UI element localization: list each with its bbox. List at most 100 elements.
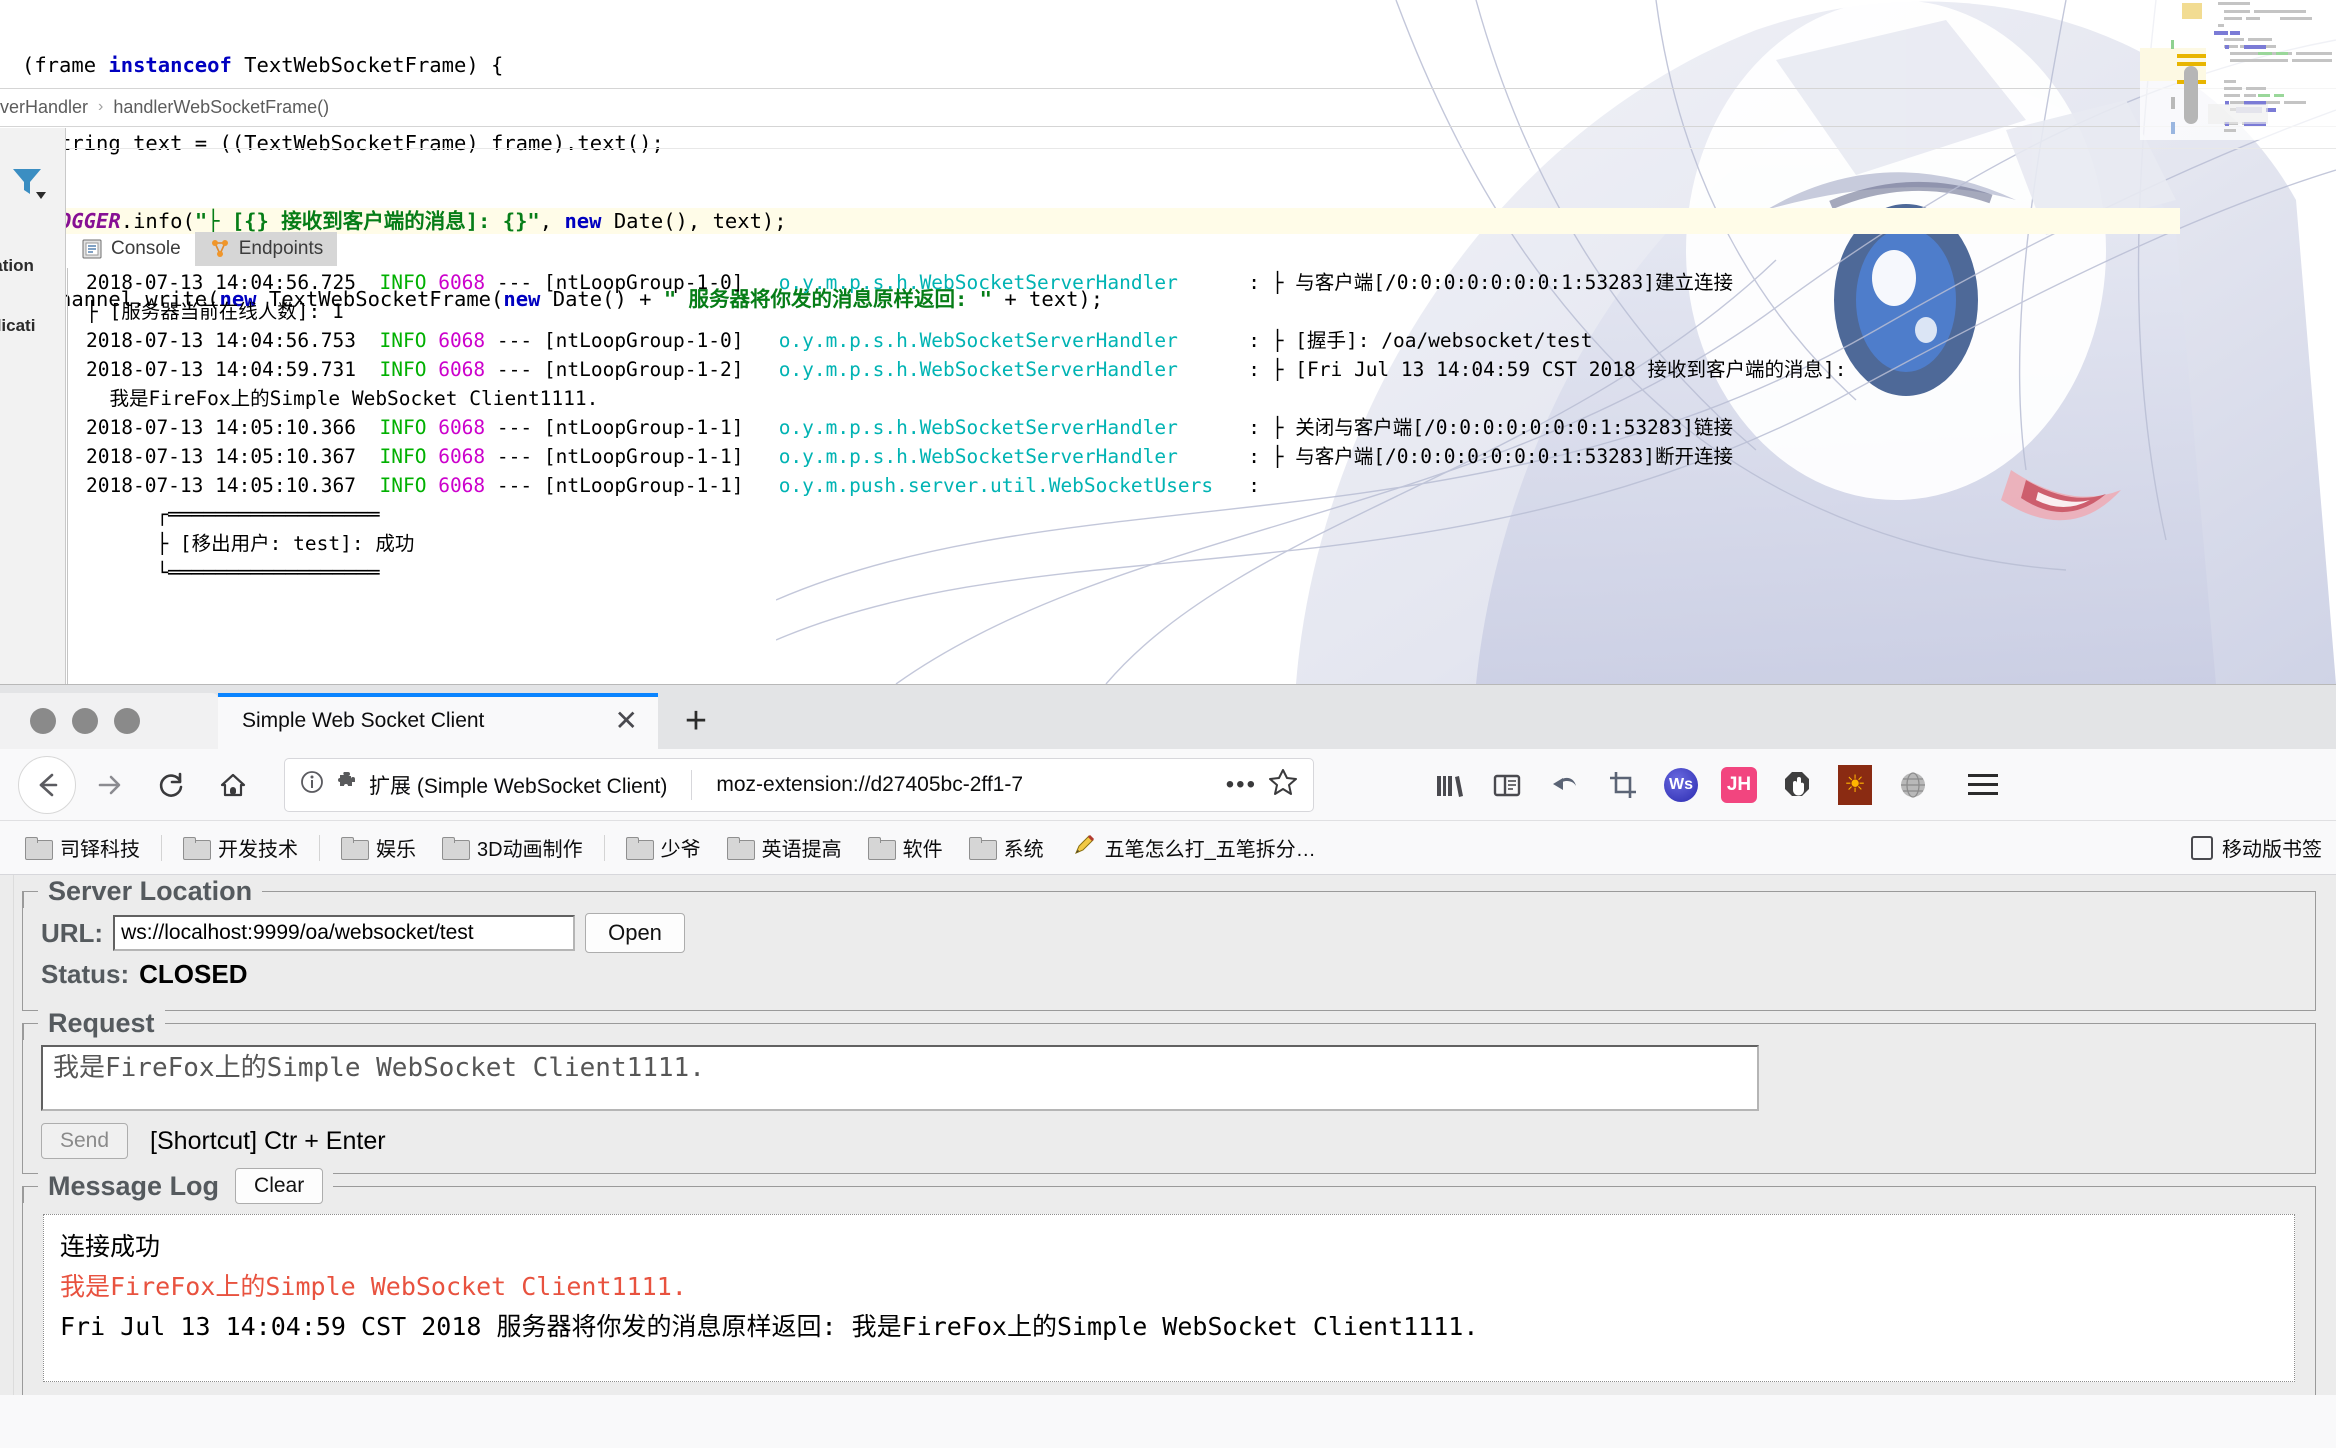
bookmark-item[interactable]: 系统 <box>958 829 1055 866</box>
screenshot-icon[interactable] <box>1602 764 1644 806</box>
console-thread: [ntLoopGroup-1-2] <box>543 358 779 381</box>
message-log-entry: 连接成功 <box>60 1233 161 1261</box>
run-panel-side-labels: plication tApplicati <box>0 128 66 684</box>
jh-badge-icon[interactable]: JH <box>1718 764 1760 806</box>
tab-console[interactable]: Console <box>67 232 195 266</box>
console-message: : ├ 关闭与客户端[/0:0:0:0:0:0:0:1:53283]链接 <box>1248 416 1734 439</box>
request-textarea[interactable] <box>41 1045 1759 1111</box>
tab-endpoints[interactable]: Endpoints <box>194 232 338 266</box>
bookmark-star-icon[interactable] <box>1267 766 1299 803</box>
console-continuation-line: ├ [服务器当前在线人数]: 1 <box>86 297 2336 326</box>
browser-tab-active[interactable]: Simple Web Socket Client ✕ <box>218 693 658 749</box>
console-logger-class: o.y.m.p.s.h.WebSocketServerHandler <box>778 445 1249 468</box>
mobile-bookmarks-item[interactable]: 移动版书签 <box>2191 833 2322 862</box>
new-tab-button[interactable]: + <box>658 693 734 749</box>
console-pid: 6068 <box>438 358 497 381</box>
console-timestamp: 2018-07-13 14:05:10.367 <box>86 445 380 468</box>
close-window-button[interactable] <box>30 708 56 734</box>
console-output[interactable]: 2018-07-13 14:04:56.725 INFO 6068 --- [n… <box>68 268 2336 684</box>
clear-log-button[interactable]: Clear <box>235 1168 324 1204</box>
console-line-text: ├ [服务器当前在线人数]: 1 <box>86 300 344 323</box>
console-message: : <box>1248 474 1272 497</box>
console-thread: [ntLoopGroup-1-1] <box>543 445 779 468</box>
sidebar-icon[interactable] <box>1486 764 1528 806</box>
console-log-line: 2018-07-13 14:05:10.366 INFO 6068 --- [n… <box>86 413 2336 442</box>
extension-page: Server Location URL: Open Status: CLOSED <box>0 875 2336 1395</box>
breadcrumb-item-class[interactable]: verHandler <box>0 97 88 118</box>
window-controls <box>0 693 218 749</box>
sun-badge-icon[interactable]: ☀ <box>1834 764 1876 806</box>
console-timestamp: 2018-07-13 14:05:10.366 <box>86 416 380 439</box>
tab-strip: Simple Web Socket Client ✕ + <box>0 685 2336 749</box>
pencil-icon <box>1070 833 1096 863</box>
console-timestamp: 2018-07-13 14:04:56.725 <box>86 271 380 294</box>
bookmarks-toolbar: 司铎科技 开发技术 娱乐 3D动画制作 少爷 英语提高 软件 系统 五笔怎么打_五笔拆分… 移动版… <box>0 821 2336 875</box>
console-message: : ├ [Fri Jul 13 14:04:59 CST 2018 接收到客户端… <box>1248 358 1847 381</box>
browser-tab-title: Simple Web Socket Client <box>242 709 485 732</box>
message-log-output[interactable]: 连接成功 我是FireFox上的Simple WebSocket Client11… <box>43 1214 2295 1382</box>
screen: (frame instanceof TextWebSocketFrame) { … <box>0 0 2336 1448</box>
close-tab-icon[interactable]: ✕ <box>615 707 638 735</box>
identity-box[interactable]: 扩展 (Simple WebSocket Client) <box>299 769 681 800</box>
console-timestamp: 2018-07-13 14:04:59.731 <box>86 358 380 381</box>
minimize-window-button[interactable] <box>72 708 98 734</box>
bookmark-item[interactable]: 开发技术 <box>172 829 309 866</box>
status-value: CLOSED <box>139 959 248 989</box>
library-icon[interactable] <box>1428 764 1470 806</box>
console-pid: 6068 <box>438 474 497 497</box>
code-line: String text = ((TextWebSocketFrame) fram… <box>22 131 664 155</box>
console-log-line: 2018-07-13 14:05:10.367 INFO 6068 --- [n… <box>86 471 2336 500</box>
breadcrumb: verHandler › handlerWebSocketFrame() <box>0 92 2336 122</box>
endpoints-icon <box>209 238 231 260</box>
page-scrollbar[interactable] <box>0 875 14 1395</box>
bookmark-item[interactable]: 司铎科技 <box>14 829 151 866</box>
noscript-icon[interactable] <box>1776 764 1818 806</box>
globe-icon[interactable] <box>1892 764 1934 806</box>
server-url-input[interactable] <box>113 915 576 951</box>
code-editor[interactable]: (frame instanceof TextWebSocketFrame) { … <box>0 0 2180 311</box>
console-log-line: 2018-07-13 14:05:10.367 INFO 6068 --- [n… <box>86 442 2336 471</box>
console-continuation-line: ┌══════════════════ <box>86 500 2336 529</box>
undo-icon[interactable] <box>1544 764 1586 806</box>
console-line-text: ┌══════════════════ <box>86 503 380 526</box>
url-input[interactable]: moz-extension://d27405bc-2ff1-7 <box>702 773 1215 797</box>
console-message: : ├ 与客户端[/0:0:0:0:0:0:0:1:53283]断开连接 <box>1248 445 1734 468</box>
console-line-text: └══════════════════ <box>86 561 380 584</box>
folder-icon <box>25 837 53 860</box>
breadcrumb-item-method[interactable]: handlerWebSocketFrame() <box>113 97 329 118</box>
console-log-line: 2018-07-13 14:04:59.731 INFO 6068 --- [n… <box>86 355 2336 384</box>
filter-icon[interactable] <box>8 162 46 199</box>
console-pid: 6068 <box>438 271 497 294</box>
console-logger-class: o.y.m.p.s.h.WebSocketServerHandler <box>778 271 1249 294</box>
console-timestamp: 2018-07-13 14:04:56.753 <box>86 329 380 352</box>
maximize-window-button[interactable] <box>114 708 140 734</box>
bookmark-label: 五笔怎么打_五笔拆分… <box>1104 839 1316 861</box>
bookmark-item[interactable]: 五笔怎么打_五笔拆分… <box>1059 829 1327 867</box>
bookmark-item[interactable]: 3D动画制作 <box>431 829 594 866</box>
bookmark-label: 系统 <box>1003 839 1044 861</box>
console-separator: --- <box>496 445 544 468</box>
folder-icon <box>625 837 654 860</box>
send-button[interactable]: Send <box>41 1123 129 1159</box>
folder-icon <box>442 837 470 860</box>
websocket-badge-icon[interactable]: Ws <box>1660 764 1702 806</box>
bookmark-item[interactable]: 少爷 <box>615 829 712 866</box>
forward-button[interactable] <box>80 756 138 814</box>
bookmark-item[interactable]: 软件 <box>857 829 954 866</box>
editor-minimap[interactable] <box>2140 0 2336 140</box>
bookmark-item[interactable]: 英语提高 <box>716 829 853 866</box>
console-message: : ├ 与客户端[/0:0:0:0:0:0:0:1:53283]建立连接 <box>1248 271 1734 294</box>
back-button[interactable] <box>18 755 76 814</box>
bookmark-item[interactable]: 娱乐 <box>330 829 427 866</box>
app-menu-icon[interactable] <box>1968 774 1998 795</box>
page-actions-icon[interactable]: ••• <box>1226 771 1257 799</box>
console-level: INFO <box>379 329 439 352</box>
bookmark-label: 娱乐 <box>376 839 416 861</box>
server-location-legend: Server Location <box>38 875 263 907</box>
message-log-legend: Message Log <box>48 1170 220 1202</box>
reload-button[interactable] <box>142 756 200 814</box>
home-button[interactable] <box>204 756 262 814</box>
chevron-right-icon: › <box>98 98 104 115</box>
url-bar[interactable]: 扩展 (Simple WebSocket Client) moz-extensi… <box>284 757 1314 812</box>
open-button[interactable]: Open <box>585 913 685 953</box>
